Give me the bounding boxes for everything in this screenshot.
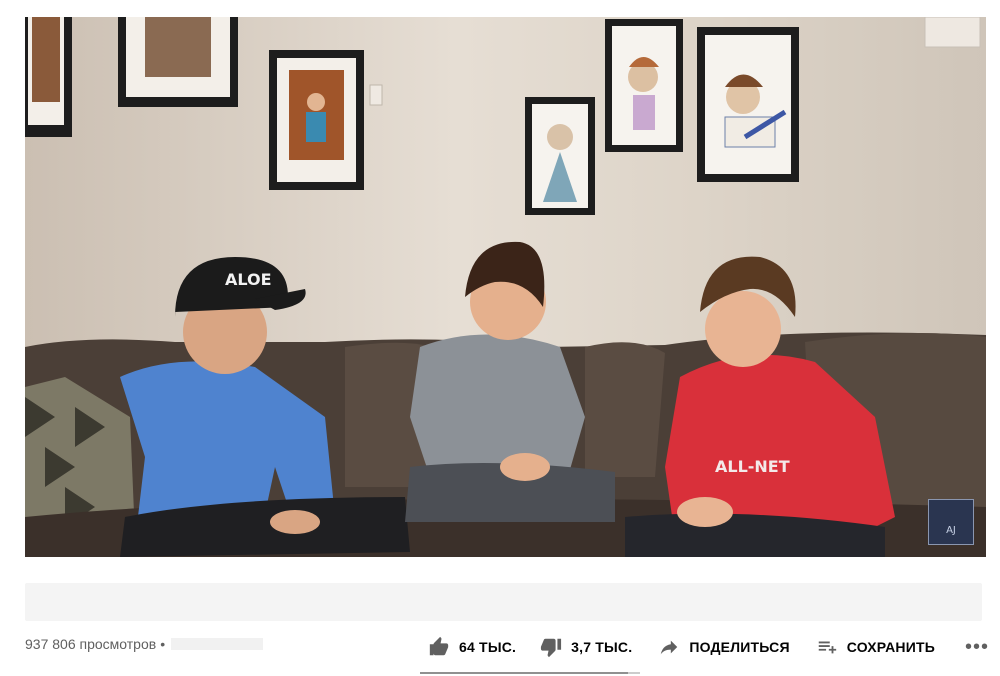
- share-label: ПОДЕЛИТЬСЯ: [689, 639, 790, 655]
- share-arrow-icon: [661, 640, 678, 655]
- upload-date-placeholder: [171, 638, 264, 650]
- watch-page: ALOE ALL-NET AJ 937 806 просмотров • 64 …: [0, 0, 1000, 676]
- save-button[interactable]: СОХРАНИТЬ: [816, 636, 935, 658]
- save-label: СОХРАНИТЬ: [846, 639, 936, 655]
- video-actions: 64 ТЫС. 3,7 ТЫС. ПОДЕЛИТЬСЯ СОХРАНИТЬ ••…: [428, 632, 989, 662]
- thumb-up-icon: [429, 636, 449, 656]
- dislike-count: 3,7 ТЫС.: [571, 639, 633, 655]
- video-player[interactable]: ALOE ALL-NET AJ: [25, 17, 986, 557]
- watermark-text: AJ: [946, 525, 956, 536]
- share-button[interactable]: ПОДЕЛИТЬСЯ: [658, 636, 790, 658]
- wall-frame: [525, 97, 595, 215]
- more-horizontal-icon[interactable]: •••: [965, 637, 989, 657]
- video-frame: ALOE ALL-NET: [25, 17, 986, 557]
- wall-frame: [697, 27, 799, 182]
- shirt-text: ALL-NET: [715, 457, 790, 476]
- like-count: 64 ТЫС.: [459, 639, 517, 655]
- like-button[interactable]: 64 ТЫС.: [428, 636, 516, 658]
- info-separator: •: [160, 636, 166, 652]
- wall-frame: [605, 19, 683, 152]
- playlist-add-icon: [818, 641, 836, 654]
- channel-watermark-icon[interactable]: AJ: [928, 499, 974, 545]
- sentiment-bar-likes: [420, 672, 628, 674]
- video-title-placeholder: [25, 583, 982, 621]
- thumb-down-icon: [541, 638, 562, 658]
- wall-frame: [25, 17, 72, 137]
- dislike-button[interactable]: 3,7 ТЫС.: [540, 636, 632, 658]
- wall-frame: [118, 17, 238, 107]
- cap-text: ALOE: [225, 270, 272, 289]
- view-count-text: 937 806 просмотров: [25, 636, 157, 652]
- view-count: 937 806 просмотров •: [25, 636, 264, 652]
- sentiment-bar: [420, 672, 640, 674]
- wall-frame: [269, 50, 364, 190]
